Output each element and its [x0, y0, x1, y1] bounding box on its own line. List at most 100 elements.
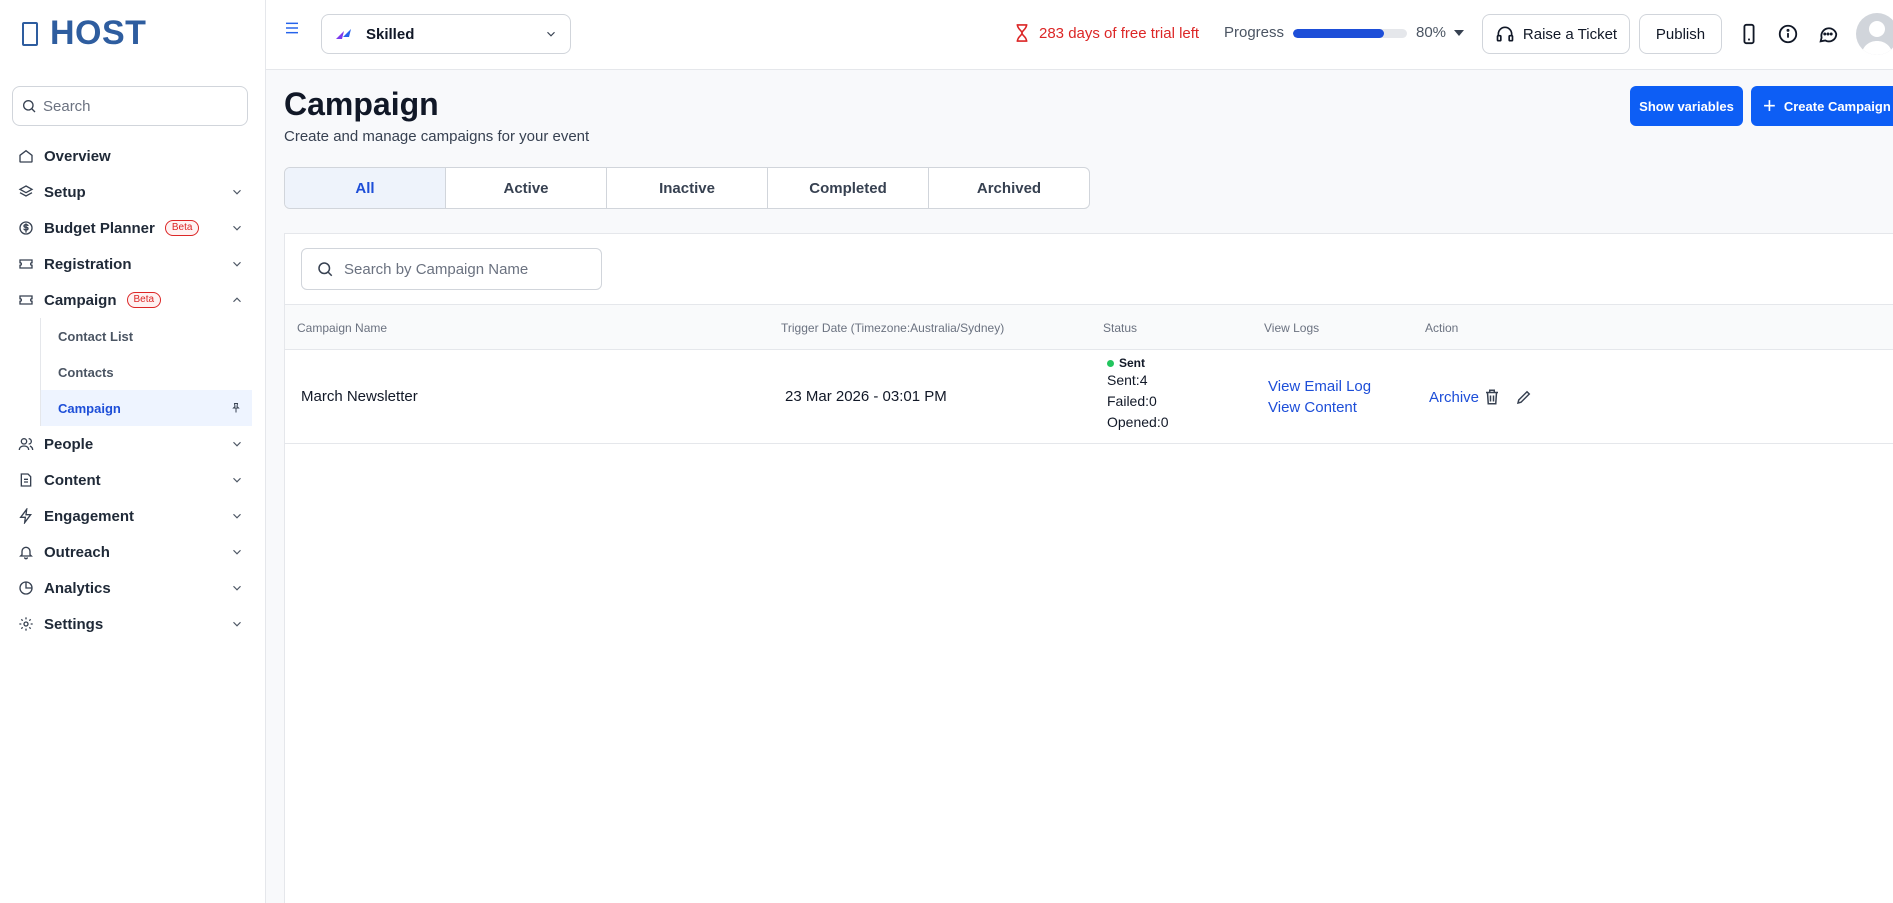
archive-link[interactable]: Archive — [1429, 387, 1479, 408]
sidebar-search[interactable] — [12, 86, 248, 126]
campaign-tabs: All Active Inactive Completed Archived — [284, 167, 1090, 209]
avatar[interactable] — [1856, 13, 1893, 55]
trigger-date: 23 Mar 2026 - 03:01 PM — [785, 388, 947, 405]
raise-ticket-label: Raise a Ticket — [1522, 25, 1618, 43]
column-header-action[interactable]: Action — [1425, 321, 1458, 335]
status-badge: Sent — [1107, 356, 1169, 370]
trash-icon[interactable] — [1483, 388, 1501, 406]
sidebar-item-setup[interactable]: Setup — [12, 174, 252, 210]
campaign-search[interactable] — [301, 248, 602, 290]
view-logs-cell: View Email Log View Content — [1268, 376, 1371, 418]
sidebar-item-settings[interactable]: Settings — [12, 606, 252, 642]
campaign-table-card: Campaign Name Trigger Date (Timezone:Aus… — [284, 233, 1893, 903]
sidebar-subitem-contact-list[interactable]: Contact List — [41, 318, 252, 354]
sidebar-item-label: People — [44, 435, 94, 453]
home-icon — [19, 149, 33, 163]
trial-notice: 283 days of free trial left — [1014, 24, 1199, 42]
chat-icon[interactable] — [1817, 23, 1839, 45]
chevron-down-icon — [233, 225, 241, 231]
tab-active[interactable]: Active — [446, 168, 607, 208]
event-name: Skilled — [366, 25, 415, 43]
sidebar-item-label: Registration — [44, 255, 132, 273]
page-subtitle: Create and manage campaigns for your eve… — [284, 128, 590, 145]
view-content-link[interactable]: View Content — [1268, 397, 1371, 418]
sidebar-item-outreach[interactable]: Outreach — [12, 534, 252, 570]
sidebar-subitem-label: Contact List — [58, 328, 134, 344]
avatar-icon — [1861, 21, 1893, 55]
sidebar-nav: Overview Setup Budget Planner Beta Regis… — [12, 138, 252, 642]
sidebar-subitem-label: Contacts — [58, 364, 114, 380]
tab-inactive[interactable]: Inactive — [607, 168, 768, 208]
ticket-icon — [19, 259, 33, 269]
brand-name: HOST — [50, 14, 147, 52]
edit-pencil-icon[interactable] — [1515, 388, 1533, 406]
column-header-campaign-name[interactable]: Campaign Name — [297, 321, 387, 335]
event-selector[interactable]: Skilled — [321, 14, 571, 54]
status-cell: Sent Sent:4 Failed:0 Opened:0 — [1107, 356, 1169, 433]
view-email-log-link[interactable]: View Email Log — [1268, 376, 1371, 397]
sidebar-item-overview[interactable]: Overview — [12, 138, 252, 174]
create-campaign-button[interactable]: + Create Campaign — [1751, 86, 1893, 126]
headset-icon — [1496, 26, 1514, 42]
column-header-status[interactable]: Status — [1103, 321, 1137, 335]
publish-button[interactable]: Publish — [1639, 14, 1722, 54]
tab-label: Completed — [809, 179, 887, 197]
sidebar-item-label: Budget Planner — [44, 219, 155, 237]
table-header: Campaign Name Trigger Date (Timezone:Aus… — [285, 304, 1893, 350]
tab-label: Active — [503, 179, 549, 197]
sidebar-item-people[interactable]: People — [12, 426, 252, 462]
mobile-icon[interactable] — [1738, 23, 1760, 45]
sidebar-item-label: Overview — [44, 147, 111, 165]
failed-count: Failed:0 — [1107, 393, 1157, 409]
pin-icon[interactable] — [230, 402, 242, 414]
raise-ticket-button[interactable]: Raise a Ticket — [1482, 14, 1630, 54]
tab-archived[interactable]: Archived — [929, 168, 1089, 208]
sidebar-item-label: Analytics — [44, 579, 111, 597]
chevron-down-icon — [233, 189, 241, 195]
progress-value-dropdown[interactable]: 80% — [1416, 24, 1465, 41]
sent-count: Sent:4 — [1107, 372, 1148, 388]
hamburger-menu-icon[interactable] — [284, 20, 300, 36]
sidebar-item-campaign[interactable]: Campaign Beta — [12, 282, 252, 318]
tab-completed[interactable]: Completed — [768, 168, 929, 208]
tab-all[interactable]: All — [285, 168, 446, 208]
bell-icon — [19, 546, 33, 560]
hourglass-icon — [1016, 24, 1028, 42]
progress-label: Progress — [1224, 24, 1285, 41]
caret-down-icon — [1454, 29, 1465, 36]
progress-bar — [1293, 29, 1407, 38]
page-title: Campaign — [284, 86, 439, 122]
tab-label: All — [355, 179, 375, 197]
show-variables-button[interactable]: Show variables — [1630, 86, 1743, 126]
column-header-view-logs[interactable]: View Logs — [1264, 321, 1319, 335]
sidebar-item-registration[interactable]: Registration — [12, 246, 252, 282]
chevron-down-icon — [233, 441, 241, 447]
sidebar-search-input[interactable] — [43, 97, 233, 115]
chevron-down-icon — [233, 585, 241, 591]
progress-value: 80% — [1416, 24, 1447, 41]
layers-icon — [18, 185, 34, 197]
sidebar: HOST Overview Setup Budget Planner Beta … — [0, 0, 266, 903]
sidebar-subitem-contacts[interactable]: Contacts — [41, 354, 252, 390]
publish-label: Publish — [1655, 25, 1706, 43]
campaign-submenu: Contact List Contacts Campaign — [40, 318, 252, 426]
users-icon — [18, 438, 34, 451]
info-icon[interactable] — [1777, 23, 1799, 45]
sidebar-item-engagement[interactable]: Engagement — [12, 498, 252, 534]
chevron-down-icon — [233, 621, 241, 627]
pie-chart-icon — [19, 581, 33, 595]
sidebar-subitem-campaign[interactable]: Campaign — [41, 390, 252, 426]
sidebar-item-budget-planner[interactable]: Budget Planner Beta — [12, 210, 252, 246]
event-logo-icon — [336, 29, 351, 39]
dollar-icon — [19, 221, 33, 235]
sidebar-item-analytics[interactable]: Analytics — [12, 570, 252, 606]
column-header-trigger-date[interactable]: Trigger Date (Timezone:Australia/Sydney) — [781, 321, 1004, 335]
ticket-icon — [19, 295, 33, 305]
search-icon — [318, 262, 333, 277]
chevron-down-icon — [233, 513, 241, 519]
status-dot-icon — [1107, 359, 1114, 367]
sidebar-item-content[interactable]: Content — [12, 462, 252, 498]
brand-logo[interactable]: HOST — [22, 14, 146, 53]
trial-text: 283 days of free trial left — [1039, 24, 1200, 42]
campaign-search-input[interactable] — [344, 260, 594, 278]
